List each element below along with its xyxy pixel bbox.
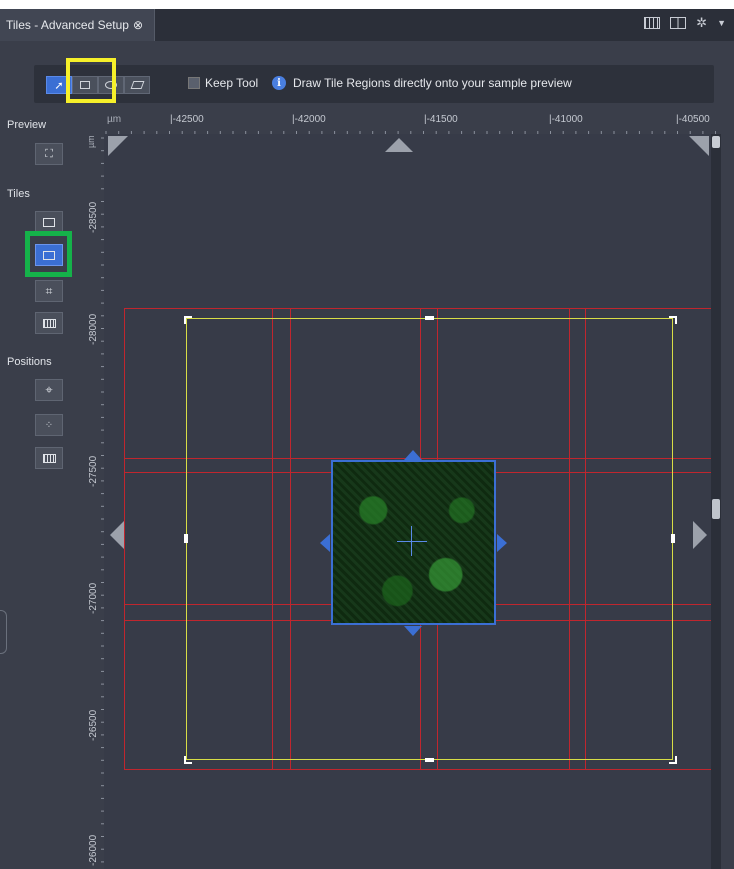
resize-handle-top[interactable] [425,316,434,320]
x-tick-label: |-40500 [676,114,710,125]
x-tick-label: |-41000 [549,114,583,125]
resize-handle-right[interactable] [671,534,675,543]
dropdown-caret-icon[interactable]: ▼ [717,18,726,28]
positions-list-button[interactable] [35,447,63,469]
pan-top-right-arrow[interactable] [689,136,709,156]
resize-handle-top-left[interactable] [184,316,192,324]
parallelogram-icon [130,81,144,89]
preview-scan-button[interactable]: ⛶ [35,143,63,165]
tiles-label: Tiles [7,188,30,200]
rectangle-icon [43,217,55,227]
center-crosshair-horizontal [397,541,427,542]
ruler-unit: µm [107,114,122,125]
tiles-list-button[interactable] [35,312,63,334]
resize-handle-bottom-left[interactable] [184,756,192,764]
y-tick-label: -27500 [88,455,99,487]
move-right-arrow[interactable] [497,534,507,552]
resize-handle-left[interactable] [184,534,188,543]
x-tick-label: |-41500 [424,114,458,125]
tab-icons: ✲ ▼ [644,16,726,29]
draw-toolbar: ➚ Keep Tool i Draw Tile Regions directly… [34,65,714,103]
parallelogram-tool-button[interactable] [124,76,150,94]
resize-handle-bottom-right[interactable] [669,756,677,764]
tile-grid-line [124,308,711,309]
preview-label: Preview [7,119,47,131]
points-icon: ⁘ [44,419,54,431]
x-tick-label: |-42000 [292,114,326,125]
info-icon: i [272,76,286,90]
panel-collapse-handle[interactable] [0,610,7,654]
scan-frame-icon: ⛶ [45,147,53,160]
keep-tool-checkbox[interactable] [188,77,200,89]
ruler-unit-vertical: µm [86,135,96,148]
positions-add-button[interactable]: ⌖ [35,379,63,401]
highlight-rectangle-tool [66,58,116,103]
tiles-rectangle-button[interactable] [35,211,63,233]
move-left-arrow[interactable] [320,534,330,552]
scroll-thumb[interactable] [712,499,720,519]
info-hint: i Draw Tile Regions directly onto your s… [272,76,572,90]
gear-icon[interactable]: ✲ [696,16,707,29]
x-tick-label: |-42500 [170,114,204,125]
highlight-tiles-draw-region [25,231,72,277]
y-tick-label: -27000 [88,582,99,614]
crop-icon: ⌗ [45,283,53,298]
cursor-icon: ➚ [54,79,64,92]
info-text: Draw Tile Regions directly onto your sam… [293,76,572,90]
vertical-ruler-ticks [101,137,104,863]
move-up-arrow[interactable] [404,450,422,460]
tile-grid-line [124,769,711,770]
pan-top-left-arrow[interactable] [108,136,128,156]
grid-list-icon [42,318,56,328]
sample-preview-image[interactable] [331,460,496,625]
pan-right-arrow[interactable] [693,521,707,549]
positions-grid-button[interactable]: ⁘ [35,414,63,436]
y-tick-label: -28000 [88,313,99,345]
positions-label: Positions [7,356,52,368]
pan-left-arrow[interactable] [110,521,124,549]
y-tick-label: -28500 [88,201,99,233]
close-icon[interactable]: ⊗ [133,18,143,32]
scroll-up-arrow[interactable] [712,136,720,148]
top-strip [0,0,734,9]
crosshair-icon: ⌖ [45,382,53,397]
y-tick-label: -26000 [88,834,99,866]
resize-handle-top-right[interactable] [669,316,677,324]
grid-view-icon[interactable] [644,17,661,29]
tile-grid-line [124,308,125,769]
y-tick-label: -26500 [88,709,99,741]
move-down-arrow[interactable] [404,626,422,636]
grid-list-icon [42,453,56,463]
keep-tool-toggle[interactable]: Keep Tool [188,76,258,90]
tab-title: Tiles - Advanced Setup [6,18,129,32]
split-view-icon[interactable] [670,17,687,29]
resize-handle-bottom[interactable] [425,758,434,762]
horizontal-ruler-ticks [105,131,716,134]
tiles-crop-button[interactable]: ⌗ [35,280,63,302]
keep-tool-label: Keep Tool [205,76,259,90]
tab-tiles-advanced-setup[interactable]: Tiles - Advanced Setup ⊗ [0,9,155,41]
pan-up-arrow[interactable] [385,138,413,152]
